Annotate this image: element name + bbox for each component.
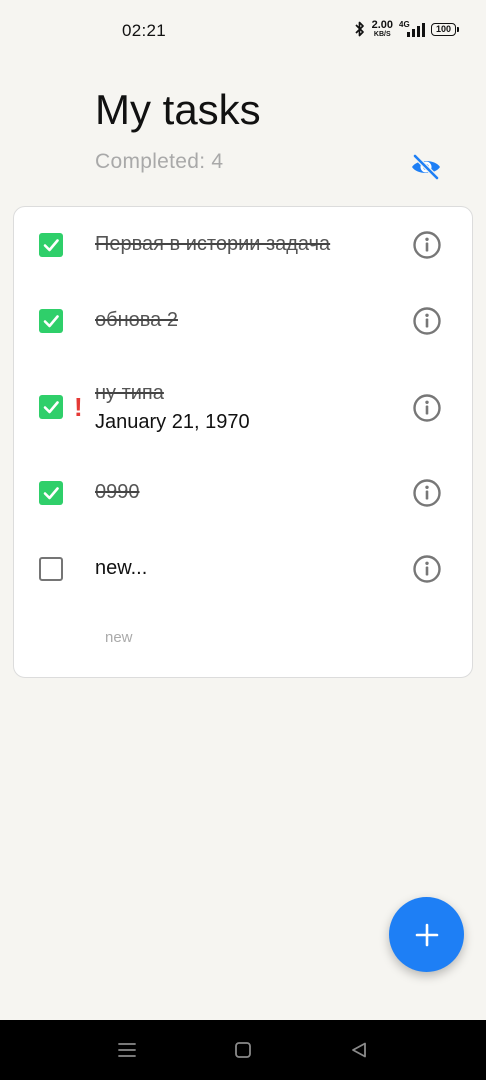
task-date: January 21, 1970	[95, 411, 250, 433]
task-title: Первая в истории задача	[95, 233, 331, 255]
battery-icon: 100	[431, 22, 459, 36]
task-title: 0990	[95, 481, 140, 503]
info-icon[interactable]	[412, 478, 442, 508]
check-icon	[43, 239, 59, 252]
plus-icon	[415, 923, 438, 946]
network-speed-unit: KB/S	[373, 31, 391, 38]
check-icon	[43, 401, 59, 414]
battery-level: 100	[435, 24, 452, 34]
network-speed: 2.00 KB/S	[371, 19, 393, 39]
menu-icon	[118, 1043, 136, 1057]
network-speed-value: 2.00	[371, 19, 393, 31]
home-icon	[235, 1042, 251, 1058]
signal-icon: 4G	[399, 20, 425, 38]
task-checkbox[interactable]	[39, 481, 63, 505]
back-icon	[352, 1042, 366, 1058]
priority-icon: !	[74, 392, 83, 422]
page-title: My tasks	[95, 86, 261, 133]
info-icon[interactable]	[412, 393, 442, 423]
add-task-button[interactable]	[389, 897, 464, 972]
home-button[interactable]	[231, 1038, 255, 1062]
check-icon	[43, 487, 59, 500]
completed-counter: Completed: 4	[95, 150, 223, 174]
screen: 02:21 2.00 KB/S 4G 100 My tasks Complete…	[0, 0, 486, 1080]
navigation-bar	[0, 1020, 486, 1080]
task-title: new...	[95, 557, 148, 579]
task-checkbox[interactable]	[39, 557, 63, 581]
menu-button[interactable]	[115, 1038, 139, 1062]
check-icon	[43, 315, 59, 328]
status-icons: 2.00 KB/S 4G 100	[354, 19, 459, 39]
info-icon[interactable]	[412, 230, 442, 260]
status-time: 02:21	[122, 21, 167, 40]
task-list-card: Первая в истории задача обнова 2 ! ну ти…	[13, 206, 473, 678]
new-task-input[interactable]: new	[105, 629, 133, 646]
status-bar: 02:21 2.00 KB/S 4G 100	[0, 0, 486, 62]
task-checkbox[interactable]	[39, 233, 63, 257]
bluetooth-icon	[354, 21, 364, 37]
task-title: обнова 2	[95, 309, 178, 331]
back-button[interactable]	[347, 1038, 371, 1062]
completed-count: 4	[211, 150, 224, 173]
task-title: ну типа	[95, 382, 164, 404]
completed-label: Completed:	[95, 150, 206, 173]
info-icon[interactable]	[412, 554, 442, 584]
task-checkbox[interactable]	[39, 309, 63, 333]
toggle-completed-visibility-button[interactable]	[409, 152, 443, 182]
eye-off-icon	[412, 153, 440, 181]
task-checkbox[interactable]	[39, 395, 63, 419]
info-icon[interactable]	[412, 306, 442, 336]
